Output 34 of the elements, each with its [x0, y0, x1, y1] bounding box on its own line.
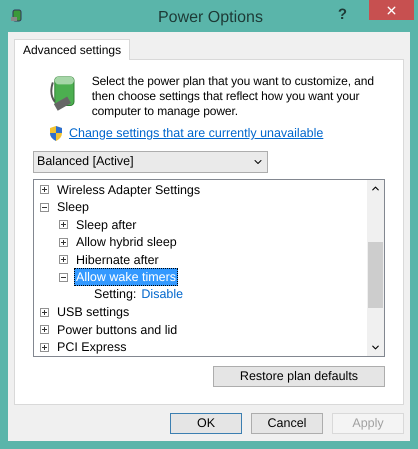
restore-defaults-button[interactable]: Restore plan defaults — [213, 366, 385, 387]
tree-item[interactable]: Sleep after — [74, 216, 138, 234]
window-title: Power Options — [158, 8, 263, 28]
expand-icon[interactable] — [59, 238, 68, 246]
expand-icon[interactable] — [59, 220, 68, 229]
scroll-thumb[interactable] — [368, 242, 383, 308]
setting-label: Setting: — [94, 286, 136, 304]
close-icon — [385, 4, 398, 16]
intro-text: Select the power plan that you want to customize, and then choose settings that reflect how you want your computer to manage power. — [92, 74, 375, 119]
expand-icon[interactable] — [40, 325, 49, 334]
app-icon — [10, 9, 24, 23]
tab[interactable]: Advanced settings — [14, 39, 130, 60]
expand-icon[interactable] — [40, 308, 49, 316]
tree-item[interactable]: Sleep — [55, 198, 91, 216]
expand-icon[interactable] — [40, 185, 49, 194]
tree-item[interactable]: USB settings — [55, 303, 132, 321]
tree-item[interactable]: Allow hybrid sleep — [74, 233, 179, 251]
tree-item[interactable]: Power buttons and lid — [55, 320, 180, 338]
tree-item[interactable]: PCI Express — [55, 338, 128, 356]
tree-item[interactable]: Wireless Adapter Settings — [55, 180, 202, 198]
expand-icon[interactable] — [59, 255, 68, 264]
admin-link[interactable]: Change settings that are currently unavailable — [69, 124, 324, 143]
help-button[interactable]: ? — [338, 4, 347, 26]
setting-value[interactable]: Disable — [141, 285, 184, 304]
plan-dropdown[interactable]: Balanced [Active] — [33, 150, 268, 173]
tree-item[interactable]: Hibernate after — [74, 250, 161, 268]
close-button[interactable] — [369, 0, 414, 20]
scrollbar[interactable] — [367, 180, 384, 356]
collapse-icon[interactable] — [40, 202, 49, 212]
expand-icon[interactable] — [40, 342, 49, 352]
dialog-button[interactable]: Cancel — [251, 413, 323, 434]
collapse-icon[interactable] — [59, 272, 68, 282]
dialog-button[interactable]: OK — [170, 413, 242, 434]
shield-icon — [49, 126, 63, 141]
